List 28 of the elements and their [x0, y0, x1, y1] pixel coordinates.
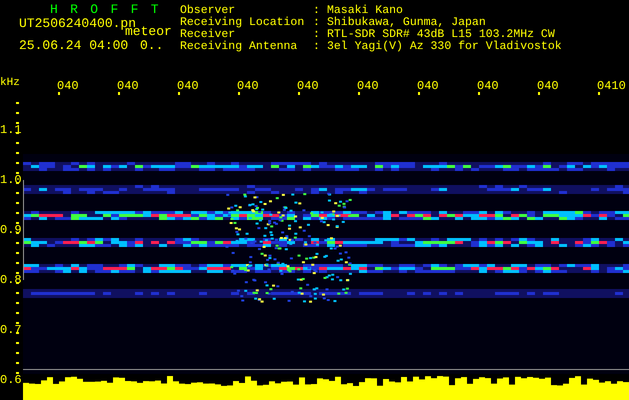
info-label: Receiving Location	[180, 17, 304, 29]
colon: :	[313, 29, 320, 41]
time-label: 040	[477, 80, 499, 92]
time-label: 0410	[597, 80, 626, 92]
info-value: Masaki Kano	[327, 5, 403, 17]
info-label: Receiver	[180, 29, 236, 41]
count-text: 0..	[140, 40, 164, 52]
time-label: 040	[57, 80, 79, 92]
info-value: 3el Yagi(V) Az 330 for Vladivostok	[327, 41, 562, 53]
time-label: 040	[177, 80, 199, 92]
timestamp: 25.06.24 04:00	[19, 40, 128, 52]
app-title: HROFFT	[50, 4, 171, 16]
time-label: 040	[237, 80, 259, 92]
axis-label: 0.7	[0, 324, 22, 336]
time-label: 040	[297, 80, 319, 92]
axis-label: 0.6	[0, 374, 22, 386]
colon: :	[313, 41, 320, 53]
info-label: Receiving Antenna	[180, 41, 298, 53]
info-value: Shibukawa, Gunma, Japan	[327, 17, 486, 29]
axis-unit: kHz	[0, 77, 20, 89]
time-label: 040	[117, 80, 139, 92]
time-label: 040	[357, 80, 379, 92]
time-label: 040	[417, 80, 439, 92]
colon: :	[313, 5, 320, 17]
time-label: 040	[537, 80, 559, 92]
info-value: RTL-SDR SDR# 43dB L15 103.2MHz CW	[327, 29, 555, 41]
info-label: Observer	[180, 5, 236, 17]
colon: :	[313, 17, 320, 29]
